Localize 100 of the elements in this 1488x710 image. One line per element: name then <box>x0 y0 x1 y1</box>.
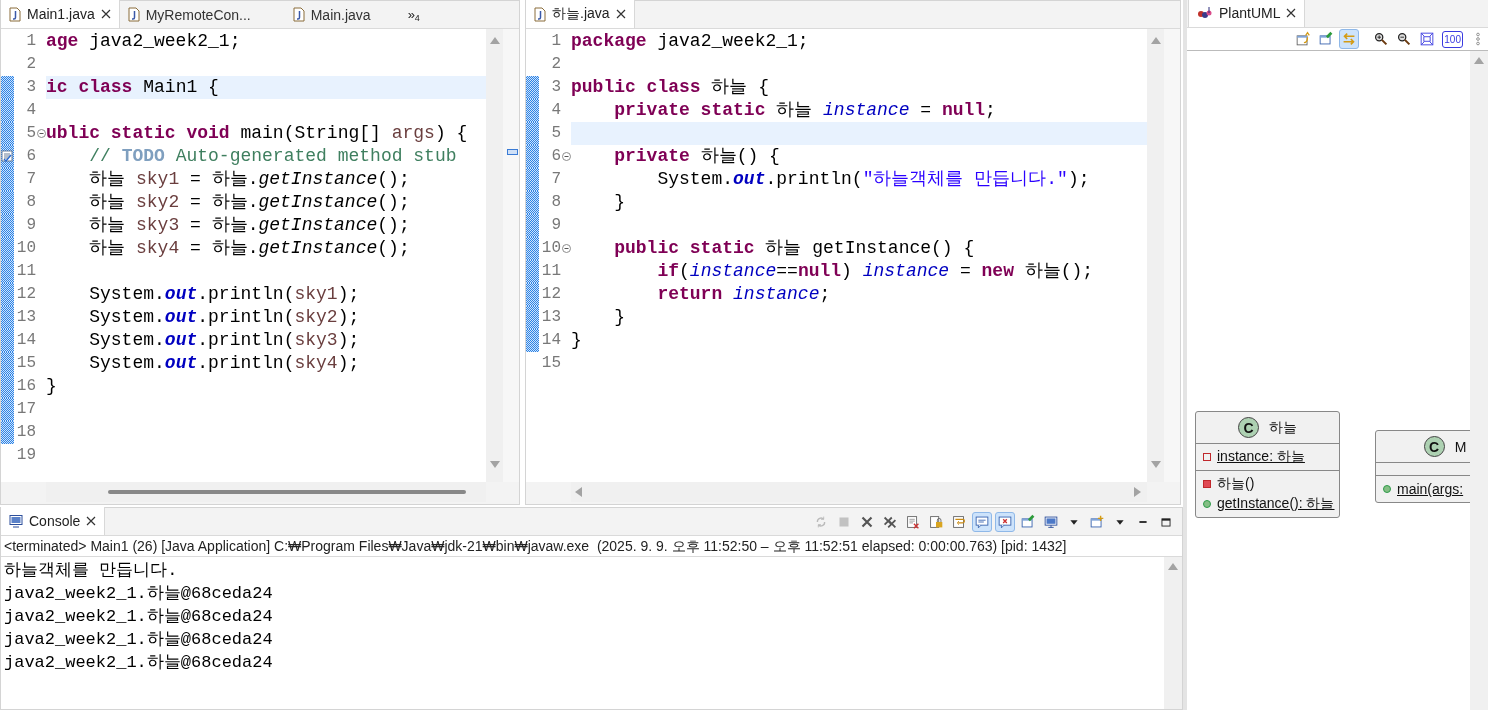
code-line: ublic static void main(String[] args) { <box>46 123 468 143</box>
line-number: 12 <box>15 284 36 305</box>
close-icon[interactable] <box>100 9 111 19</box>
line-number: 18 <box>15 422 36 443</box>
console-output: java2_week2_1.하늘@68ceda24 <box>4 629 274 651</box>
line-number: 2 <box>25 54 36 75</box>
line-number: 3 <box>550 77 561 98</box>
code-line: ic class Main1 { <box>46 77 219 97</box>
console-output: java2_week2_1.하늘@68ceda24 <box>4 652 274 674</box>
code-line: } <box>46 376 57 396</box>
code-line: System.out.println(sky4); <box>88 353 360 373</box>
code-line: // TODO Auto-generated method stub <box>88 146 457 166</box>
line-number: 11 <box>15 261 36 282</box>
line-number: 5 <box>25 123 36 144</box>
line-number: 4 <box>550 100 561 121</box>
sync-arrows-icon[interactable] <box>1339 29 1360 49</box>
close-icon[interactable] <box>86 516 97 526</box>
tab[interactable]: 하늘.java <box>526 0 635 28</box>
code-line: package java2_week2_1; <box>571 31 809 51</box>
class-badge: C <box>1423 436 1445 457</box>
task-marker[interactable] <box>507 149 518 155</box>
code-line: } <box>571 330 582 350</box>
tab[interactable]: Main.java <box>284 1 380 28</box>
vertical-scrollbar[interactable] <box>1164 557 1182 709</box>
collapse-icon[interactable] <box>561 152 571 161</box>
vertical-scrollbar[interactable] <box>1470 51 1488 710</box>
tab[interactable]: PlantUML <box>1188 0 1306 27</box>
line-number: 8 <box>550 192 561 213</box>
line-number: 9 <box>550 215 561 236</box>
line-number: 8 <box>25 192 36 213</box>
code-line: } <box>613 307 625 327</box>
launch-status: <terminated> Main1 (26) [Java Application] C:₩Program Files₩Java₩jdk-21₩bin₩javaw.exe (2025. 9. 9. 오후 11:52:50 – 오후 11:52:51 elapsed: 0:00:00.763) [pid: 1432] <box>1 536 1182 557</box>
code-line: 하늘 sky4 = 하늘.getInstance(); <box>88 238 410 258</box>
code-line: } <box>613 192 625 212</box>
more-tabs-button[interactable]: »$_{4}$ <box>407 6 420 23</box>
vertical-scrollbar[interactable] <box>1147 29 1164 482</box>
java-file-icon <box>9 6 21 22</box>
line-number: 5 <box>550 123 561 144</box>
line-number: 16 <box>15 376 36 397</box>
actual-size-button[interactable]: 100 <box>1442 30 1463 48</box>
tab[interactable]: Main1.java <box>1 0 120 28</box>
line-number: 19 <box>15 445 36 466</box>
speech-bubble-icon[interactable] <box>972 511 992 532</box>
line-number: 6 <box>25 146 36 167</box>
line-number: 13 <box>15 307 36 328</box>
code-line: System.out.println(sky3); <box>88 330 360 350</box>
class-badge: C <box>1238 417 1259 438</box>
plantuml-logo-icon <box>1197 6 1213 20</box>
line-number: 12 <box>540 284 561 305</box>
method-signature: main(args: <box>1397 481 1464 497</box>
method-signature: 하늘() <box>1217 475 1255 493</box>
speech-bubble-icon[interactable] <box>995 511 1015 532</box>
code-line: 하늘 sky1 = 하늘.getInstance(); <box>88 169 410 189</box>
line-number: 15 <box>15 353 36 374</box>
vertical-scrollbar[interactable] <box>486 29 503 482</box>
line-number: 9 <box>25 215 36 236</box>
field-signature: instance: 하늘 <box>1217 448 1305 466</box>
close-icon[interactable] <box>1286 8 1297 18</box>
line-number: 2 <box>550 54 561 75</box>
java-file-icon <box>292 7 305 22</box>
code-line: private static 하늘 instance = null; <box>613 100 996 120</box>
code-line: System.out.println(sky1); <box>88 284 360 304</box>
class-name: M <box>1454 438 1467 455</box>
line-number: 7 <box>550 169 561 190</box>
line-number: 4 <box>25 100 36 121</box>
line-number: 1 <box>25 31 36 52</box>
code-line: private 하늘() { <box>613 146 780 166</box>
line-number: 17 <box>15 399 36 420</box>
code-line: public static 하늘 getInstance() { <box>613 238 975 258</box>
tab[interactable]: MyRemoteCon... <box>119 1 285 28</box>
class-box[interactable]: C 하늘 instance: 하늘 하늘() getInstance(): 하늘 <box>1195 411 1340 518</box>
line-number: 15 <box>540 353 561 374</box>
class-box[interactable]: C M main(args: <box>1375 430 1470 503</box>
code-line: System.out.println("하늘객체를 만듭니다."); <box>656 169 1090 189</box>
line-number: 3 <box>25 77 36 98</box>
console-icon <box>9 514 23 528</box>
close-icon[interactable] <box>615 9 626 19</box>
line-number: 14 <box>15 330 36 351</box>
code-line: public class 하늘 { <box>571 77 770 97</box>
console-output: java2_week2_1.하늘@68ceda24 <box>4 583 274 605</box>
line-number: 11 <box>540 261 561 282</box>
line-number: 7 <box>25 169 36 190</box>
line-number: 1 <box>550 31 561 52</box>
line-number: 14 <box>540 330 561 351</box>
class-name: 하늘 <box>1269 418 1297 437</box>
collapse-icon[interactable] <box>561 244 571 253</box>
method-signature: getInstance(): 하늘 <box>1217 495 1335 513</box>
line-number: 10 <box>540 238 561 259</box>
java-file-icon <box>127 7 140 22</box>
line-number: 13 <box>540 307 561 328</box>
code-line: 하늘 sky2 = 하늘.getInstance(); <box>88 192 410 212</box>
java-file-icon <box>534 6 546 22</box>
console-output: java2_week2_1.하늘@68ceda24 <box>4 606 274 628</box>
collapse-icon[interactable] <box>36 129 46 138</box>
code-line: System.out.println(sky2); <box>88 307 360 327</box>
console-output: 하늘객체를 만듭니다. <box>4 560 179 582</box>
code-line: age java2_week2_1; <box>46 31 241 51</box>
line-number: 6 <box>550 146 561 167</box>
code-line: if(instance==null) instance = new 하늘(); <box>656 261 1094 281</box>
tab[interactable]: Console <box>1 507 106 535</box>
